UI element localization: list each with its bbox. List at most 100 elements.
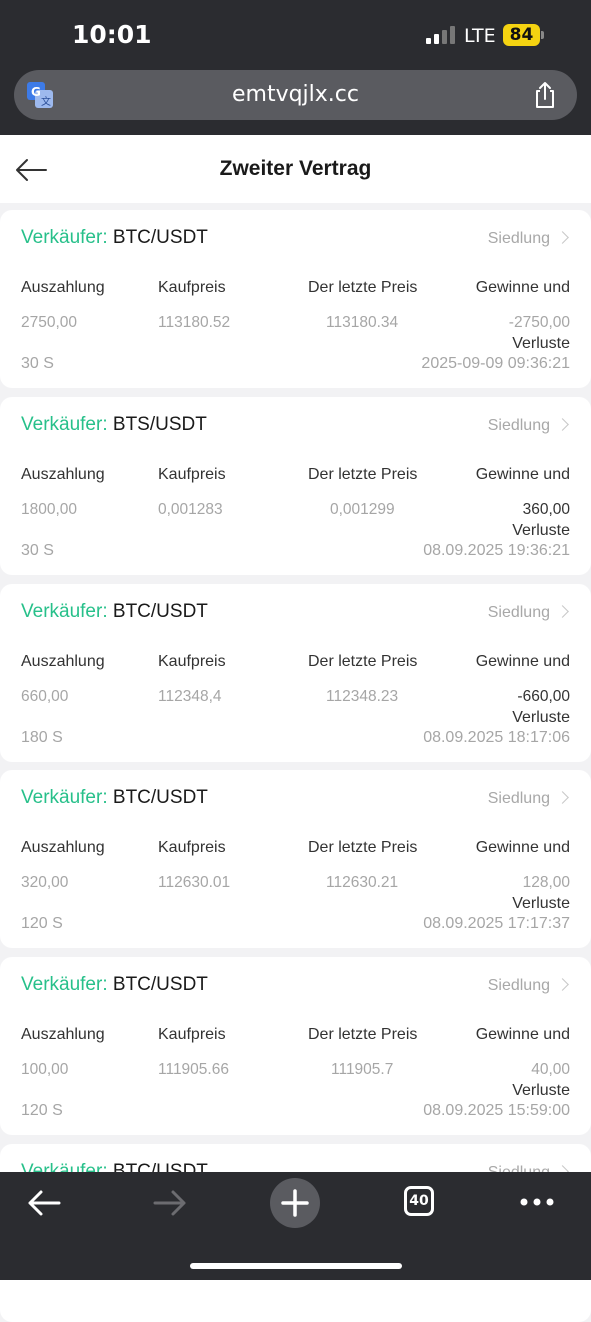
settle-link[interactable]: Siedlung bbox=[487, 604, 569, 622]
settle-label: Siedlung bbox=[487, 604, 550, 621]
duration-value: 120 S bbox=[21, 915, 63, 932]
pair: BTC/USDT bbox=[112, 974, 208, 995]
buy-price-label: Kaufpreis bbox=[158, 466, 226, 483]
contract-card[interactable]: Verkäufer: BTS/USDT Siedlung Auszahlung … bbox=[0, 397, 591, 575]
contract-pair-line: Verkäufer: BTC/USDT bbox=[21, 227, 208, 249]
new-tab-button[interactable] bbox=[270, 1178, 320, 1228]
duration-value: 30 S bbox=[21, 355, 54, 372]
network-label: LTE bbox=[464, 25, 496, 47]
timestamp: 08.09.2025 15:59:00 bbox=[423, 1102, 570, 1119]
page-header: Zweiter Vertrag bbox=[0, 135, 591, 203]
pnl-value: 360,00 bbox=[522, 501, 570, 518]
last-price-label: Der letzte Preis bbox=[308, 1026, 418, 1043]
duration-value: 30 S bbox=[21, 542, 54, 559]
last-price-label: Der letzte Preis bbox=[308, 279, 418, 296]
side-label: Verkäufer: bbox=[21, 601, 108, 622]
payout-label: Auszahlung bbox=[21, 1026, 105, 1043]
settle-link[interactable]: Siedlung bbox=[488, 417, 569, 435]
buy-price-label: Kaufpreis bbox=[158, 1026, 226, 1043]
side-label: Verkäufer: bbox=[21, 227, 108, 248]
buy-price-value: 111905.66 bbox=[158, 1061, 229, 1078]
last-price-value: 112630.21 bbox=[326, 874, 399, 891]
more-icon[interactable] bbox=[519, 1196, 555, 1208]
status-bar: 10:01 LTE 84 bbox=[0, 0, 591, 70]
contract-pair-line: Verkäufer: BTS/USDT bbox=[21, 414, 207, 436]
settle-link[interactable]: Siedlung bbox=[487, 977, 569, 995]
timestamp: 08.09.2025 17:17:37 bbox=[423, 915, 570, 932]
browser-toolbar: G 文 emtvqjlx.cc bbox=[0, 70, 591, 135]
payout-label: Auszahlung bbox=[21, 466, 105, 483]
timestamp: 08.09.2025 18:17:06 bbox=[423, 729, 570, 746]
chevron-right-icon bbox=[556, 231, 569, 244]
contract-pair-line: Verkäufer: BTC/USDT bbox=[21, 974, 208, 996]
pnl-label: Gewinne und bbox=[475, 466, 570, 483]
side-label: Verkäufer: bbox=[21, 787, 108, 808]
settle-label: Siedlung bbox=[487, 977, 550, 994]
home-indicator bbox=[190, 1263, 402, 1269]
back-icon[interactable] bbox=[26, 1187, 62, 1219]
contract-pair-line: Verkäufer: BTC/USDT bbox=[21, 601, 208, 623]
chevron-right-icon bbox=[556, 418, 569, 431]
pnl-label: Gewinne und bbox=[475, 279, 570, 296]
payout-value: 1800,00 bbox=[21, 501, 78, 518]
contract-card[interactable]: Verkäufer: BTC/USDT Siedlung Auszahlung … bbox=[0, 770, 591, 948]
settle-label: Siedlung bbox=[487, 790, 550, 807]
buy-price-label: Kaufpreis bbox=[158, 839, 226, 856]
contract-pair-line: Verkäufer: BTC/USDT bbox=[21, 787, 208, 809]
contract-card[interactable]: Verkäufer: BTC/USDT Siedlung Auszahlung … bbox=[0, 210, 591, 388]
payout-label: Auszahlung bbox=[21, 839, 105, 856]
pnl-label: Gewinne und bbox=[475, 1026, 570, 1043]
contract-card[interactable]: Verkäufer: BTC/USDT Siedlung Auszahlung … bbox=[0, 584, 591, 762]
plus-icon bbox=[281, 1189, 309, 1217]
tabs-count-button[interactable]: 40 bbox=[404, 1186, 434, 1216]
settle-link[interactable]: Siedlung bbox=[487, 790, 569, 808]
buy-price-value: 113180.52 bbox=[158, 314, 231, 331]
pnl-value: 40,00 bbox=[531, 1061, 570, 1078]
last-price-value: 112348.23 bbox=[326, 688, 399, 705]
last-price-label: Der letzte Preis bbox=[308, 653, 418, 670]
timestamp: 2025-09-09 09:36:21 bbox=[421, 355, 570, 372]
payout-value: 320,00 bbox=[21, 874, 69, 891]
last-price-label: Der letzte Preis bbox=[308, 466, 418, 483]
page-title: Zweiter Vertrag bbox=[219, 157, 372, 180]
share-icon[interactable] bbox=[530, 80, 560, 110]
buy-price-value: 0,001283 bbox=[158, 501, 223, 518]
buy-price-value: 112630.01 bbox=[158, 874, 231, 891]
payout-label: Auszahlung bbox=[21, 653, 105, 670]
battery-tip bbox=[541, 31, 544, 39]
duration-value: 180 S bbox=[21, 729, 63, 746]
side-label: Verkäufer: bbox=[21, 974, 108, 995]
chevron-right-icon bbox=[556, 978, 569, 991]
pnl-value: -2750,00 bbox=[508, 314, 570, 331]
forward-icon[interactable] bbox=[152, 1187, 188, 1219]
pair: BTC/USDT bbox=[112, 787, 208, 808]
status-time: 10:01 bbox=[72, 20, 152, 49]
payout-value: 660,00 bbox=[21, 688, 69, 705]
pnl-label-2: Verluste bbox=[512, 709, 570, 726]
side-label: Verkäufer: bbox=[21, 414, 108, 435]
battery-icon: 84 bbox=[503, 24, 540, 46]
last-price-label: Der letzte Preis bbox=[308, 839, 418, 856]
pnl-label-2: Verluste bbox=[512, 1082, 570, 1099]
chevron-right-icon bbox=[556, 791, 569, 804]
pnl-value: -660,00 bbox=[517, 688, 570, 705]
address-bar[interactable]: G 文 emtvqjlx.cc bbox=[14, 70, 577, 120]
pnl-label-2: Verluste bbox=[512, 895, 570, 912]
pnl-value: 128,00 bbox=[522, 874, 570, 891]
buy-price-label: Kaufpreis bbox=[158, 279, 226, 296]
settle-link[interactable]: Siedlung bbox=[487, 230, 569, 248]
pnl-label: Gewinne und bbox=[475, 839, 570, 856]
timestamp: 08.09.2025 19:36:21 bbox=[423, 542, 570, 559]
payout-value: 2750,00 bbox=[21, 314, 78, 331]
pair: BTC/USDT bbox=[112, 601, 208, 622]
pnl-label: Gewinne und bbox=[475, 653, 570, 670]
last-price-value: 113180.34 bbox=[326, 314, 399, 331]
last-price-value: 111905.7 bbox=[331, 1061, 394, 1078]
settle-label: Siedlung bbox=[487, 230, 550, 247]
pair: BTC/USDT bbox=[112, 227, 208, 248]
signal-icon bbox=[426, 26, 458, 44]
url-text[interactable]: emtvqjlx.cc bbox=[14, 82, 577, 107]
contract-card[interactable]: Verkäufer: BTC/USDT Siedlung Auszahlung … bbox=[0, 957, 591, 1135]
last-price-value: 0,001299 bbox=[330, 501, 395, 518]
payout-label: Auszahlung bbox=[21, 279, 105, 296]
